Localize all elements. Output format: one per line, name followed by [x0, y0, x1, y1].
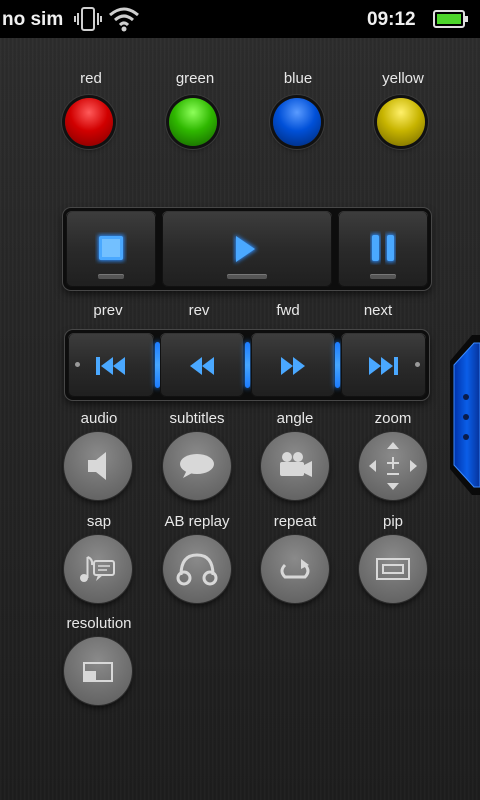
skip-back-icon — [96, 357, 125, 375]
skip-bar — [65, 330, 429, 400]
sap-button[interactable] — [64, 535, 132, 603]
yellow-label: yellow — [382, 70, 424, 87]
vibrate-icon — [74, 6, 102, 32]
next-button[interactable] — [341, 333, 426, 397]
red-button[interactable] — [65, 98, 113, 146]
repeat-button[interactable] — [261, 535, 329, 603]
resolution-label: resolution — [66, 615, 132, 632]
green-label: green — [175, 70, 215, 87]
speaker-icon — [88, 452, 106, 480]
blue-button[interactable] — [273, 98, 321, 146]
speech-bubble-icon — [180, 454, 214, 478]
next-label: next — [363, 302, 393, 319]
repeat-label: repeat — [273, 513, 317, 530]
pause-button[interactable] — [338, 211, 428, 287]
angle-button[interactable] — [261, 432, 329, 500]
subtitles-button[interactable] — [163, 432, 231, 500]
rewind-icon — [190, 357, 214, 375]
headphones-icon — [176, 553, 218, 586]
resolution-icon — [83, 662, 113, 682]
battery-icon — [433, 9, 469, 29]
zoom-button[interactable] — [359, 432, 427, 500]
zoom-dpad-icon — [369, 442, 417, 490]
ab-replay-label: AB replay — [164, 513, 230, 530]
rev-button[interactable] — [160, 333, 244, 397]
clock: 09:12 — [367, 9, 416, 30]
prev-label: prev — [93, 302, 123, 319]
ab-replay-button[interactable] — [163, 535, 231, 603]
camera-icon — [280, 452, 312, 477]
resolution-button[interactable] — [64, 637, 132, 705]
playback-bar — [63, 208, 431, 290]
wifi-icon — [108, 6, 140, 32]
audio-button[interactable] — [64, 432, 132, 500]
audio-label: audio — [80, 410, 118, 427]
skip-forward-icon — [369, 357, 398, 375]
subtitles-label: subtitles — [169, 410, 225, 427]
angle-label: angle — [276, 410, 314, 427]
fwd-label: fwd — [276, 302, 300, 319]
blue-label: blue — [283, 70, 313, 87]
carrier-label: no sim — [2, 9, 64, 30]
sap-label: sap — [86, 513, 112, 530]
red-label: red — [80, 70, 102, 87]
zoom-label: zoom — [374, 410, 412, 427]
side-drawer-handle[interactable] — [444, 335, 480, 495]
rev-label: rev — [188, 302, 210, 319]
repeat-icon — [280, 559, 310, 579]
fwd-button[interactable] — [251, 333, 335, 397]
green-button[interactable] — [169, 98, 217, 146]
fast-forward-icon — [281, 357, 305, 375]
yellow-button[interactable] — [377, 98, 425, 146]
stop-button[interactable] — [66, 211, 156, 287]
pip-label: pip — [382, 513, 404, 530]
status-bar: no sim 09:12 — [0, 0, 480, 38]
prev-button[interactable] — [68, 333, 154, 397]
pip-button[interactable] — [359, 535, 427, 603]
play-button[interactable] — [162, 211, 332, 287]
pip-icon — [376, 558, 410, 580]
music-note-icon — [80, 556, 115, 582]
